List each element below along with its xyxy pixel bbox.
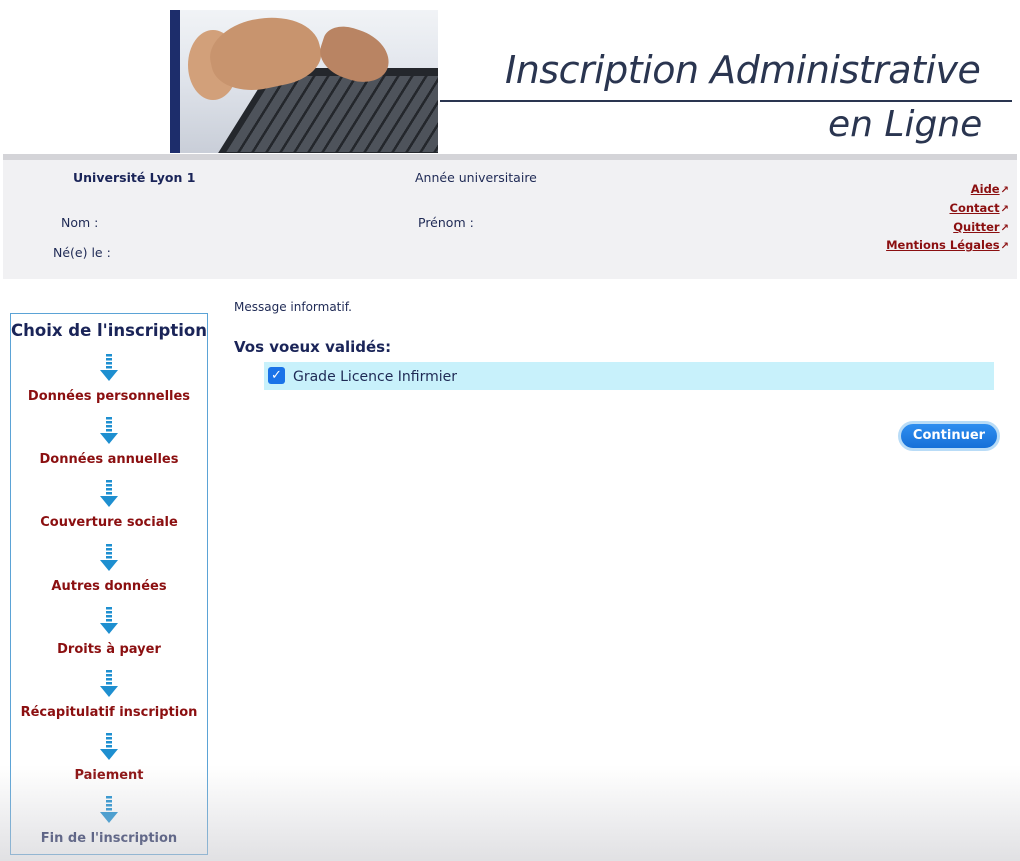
validated-wishes-heading: Vos voeux validés:: [234, 338, 392, 356]
external-link-icon: ↗: [1000, 204, 1009, 215]
arrow-down-icon: [100, 670, 118, 697]
registration-steps-sidebar: Choix de l'inscription Données personnel…: [10, 313, 208, 855]
banner-title: Inscription Administrative: [505, 48, 981, 92]
banner-subtitle: en Ligne: [828, 104, 983, 145]
checkbox-checked-icon[interactable]: ✓: [268, 367, 285, 384]
step-label: Couverture sociale: [40, 515, 178, 531]
external-link-icon: ↗: [1000, 223, 1009, 234]
university-name: Université Lyon 1: [73, 170, 196, 185]
step-label: Récapitulatif inscription: [20, 705, 198, 720]
help-link[interactable]: Aide↗: [971, 182, 1009, 196]
legal-notice-link[interactable]: Mentions Légales↗: [886, 238, 1009, 252]
arrow-down-icon: [100, 796, 118, 824]
student-info-bar: Université Lyon 1 Année universitaire No…: [3, 154, 1017, 279]
quit-link[interactable]: Quitter↗: [953, 220, 1009, 234]
header-banner: Inscription Administrative en Ligne: [0, 0, 1020, 158]
arrow-down-icon: [100, 354, 118, 381]
step-label: Données annuelles: [39, 452, 179, 468]
continue-button[interactable]: Continuer: [898, 421, 1000, 451]
step-label: Données personnelles: [27, 389, 191, 404]
arrow-down-icon: [100, 606, 118, 634]
banner-divider: [440, 100, 1012, 102]
step-label: Fin de l'inscription: [40, 831, 178, 847]
wish-row[interactable]: ✓ Grade Licence Infirmier: [264, 362, 994, 390]
last-name-label: Nom :: [61, 215, 99, 230]
step-label: Paiement: [74, 768, 144, 784]
step-label: Droits à payer: [57, 641, 161, 657]
birth-date-label: Né(e) le :: [53, 245, 111, 260]
info-message: Message informatif.: [234, 300, 352, 314]
arrow-down-icon: [100, 417, 118, 445]
arrow-down-icon: [100, 543, 118, 571]
external-link-icon: ↗: [1000, 241, 1009, 252]
sidebar-title: Choix de l'inscription: [11, 321, 207, 340]
banner-photo-keyboard-hands: [170, 10, 438, 153]
step-label: Autres données: [51, 578, 167, 594]
arrow-down-icon: [100, 733, 118, 761]
first-name-label: Prénom :: [418, 215, 474, 230]
contact-link[interactable]: Contact↗: [950, 201, 1010, 215]
arrow-down-icon: [100, 480, 118, 508]
academic-year-label: Année universitaire: [415, 170, 537, 185]
external-link-icon: ↗: [1000, 185, 1009, 196]
wish-label: Grade Licence Infirmier: [293, 369, 457, 385]
